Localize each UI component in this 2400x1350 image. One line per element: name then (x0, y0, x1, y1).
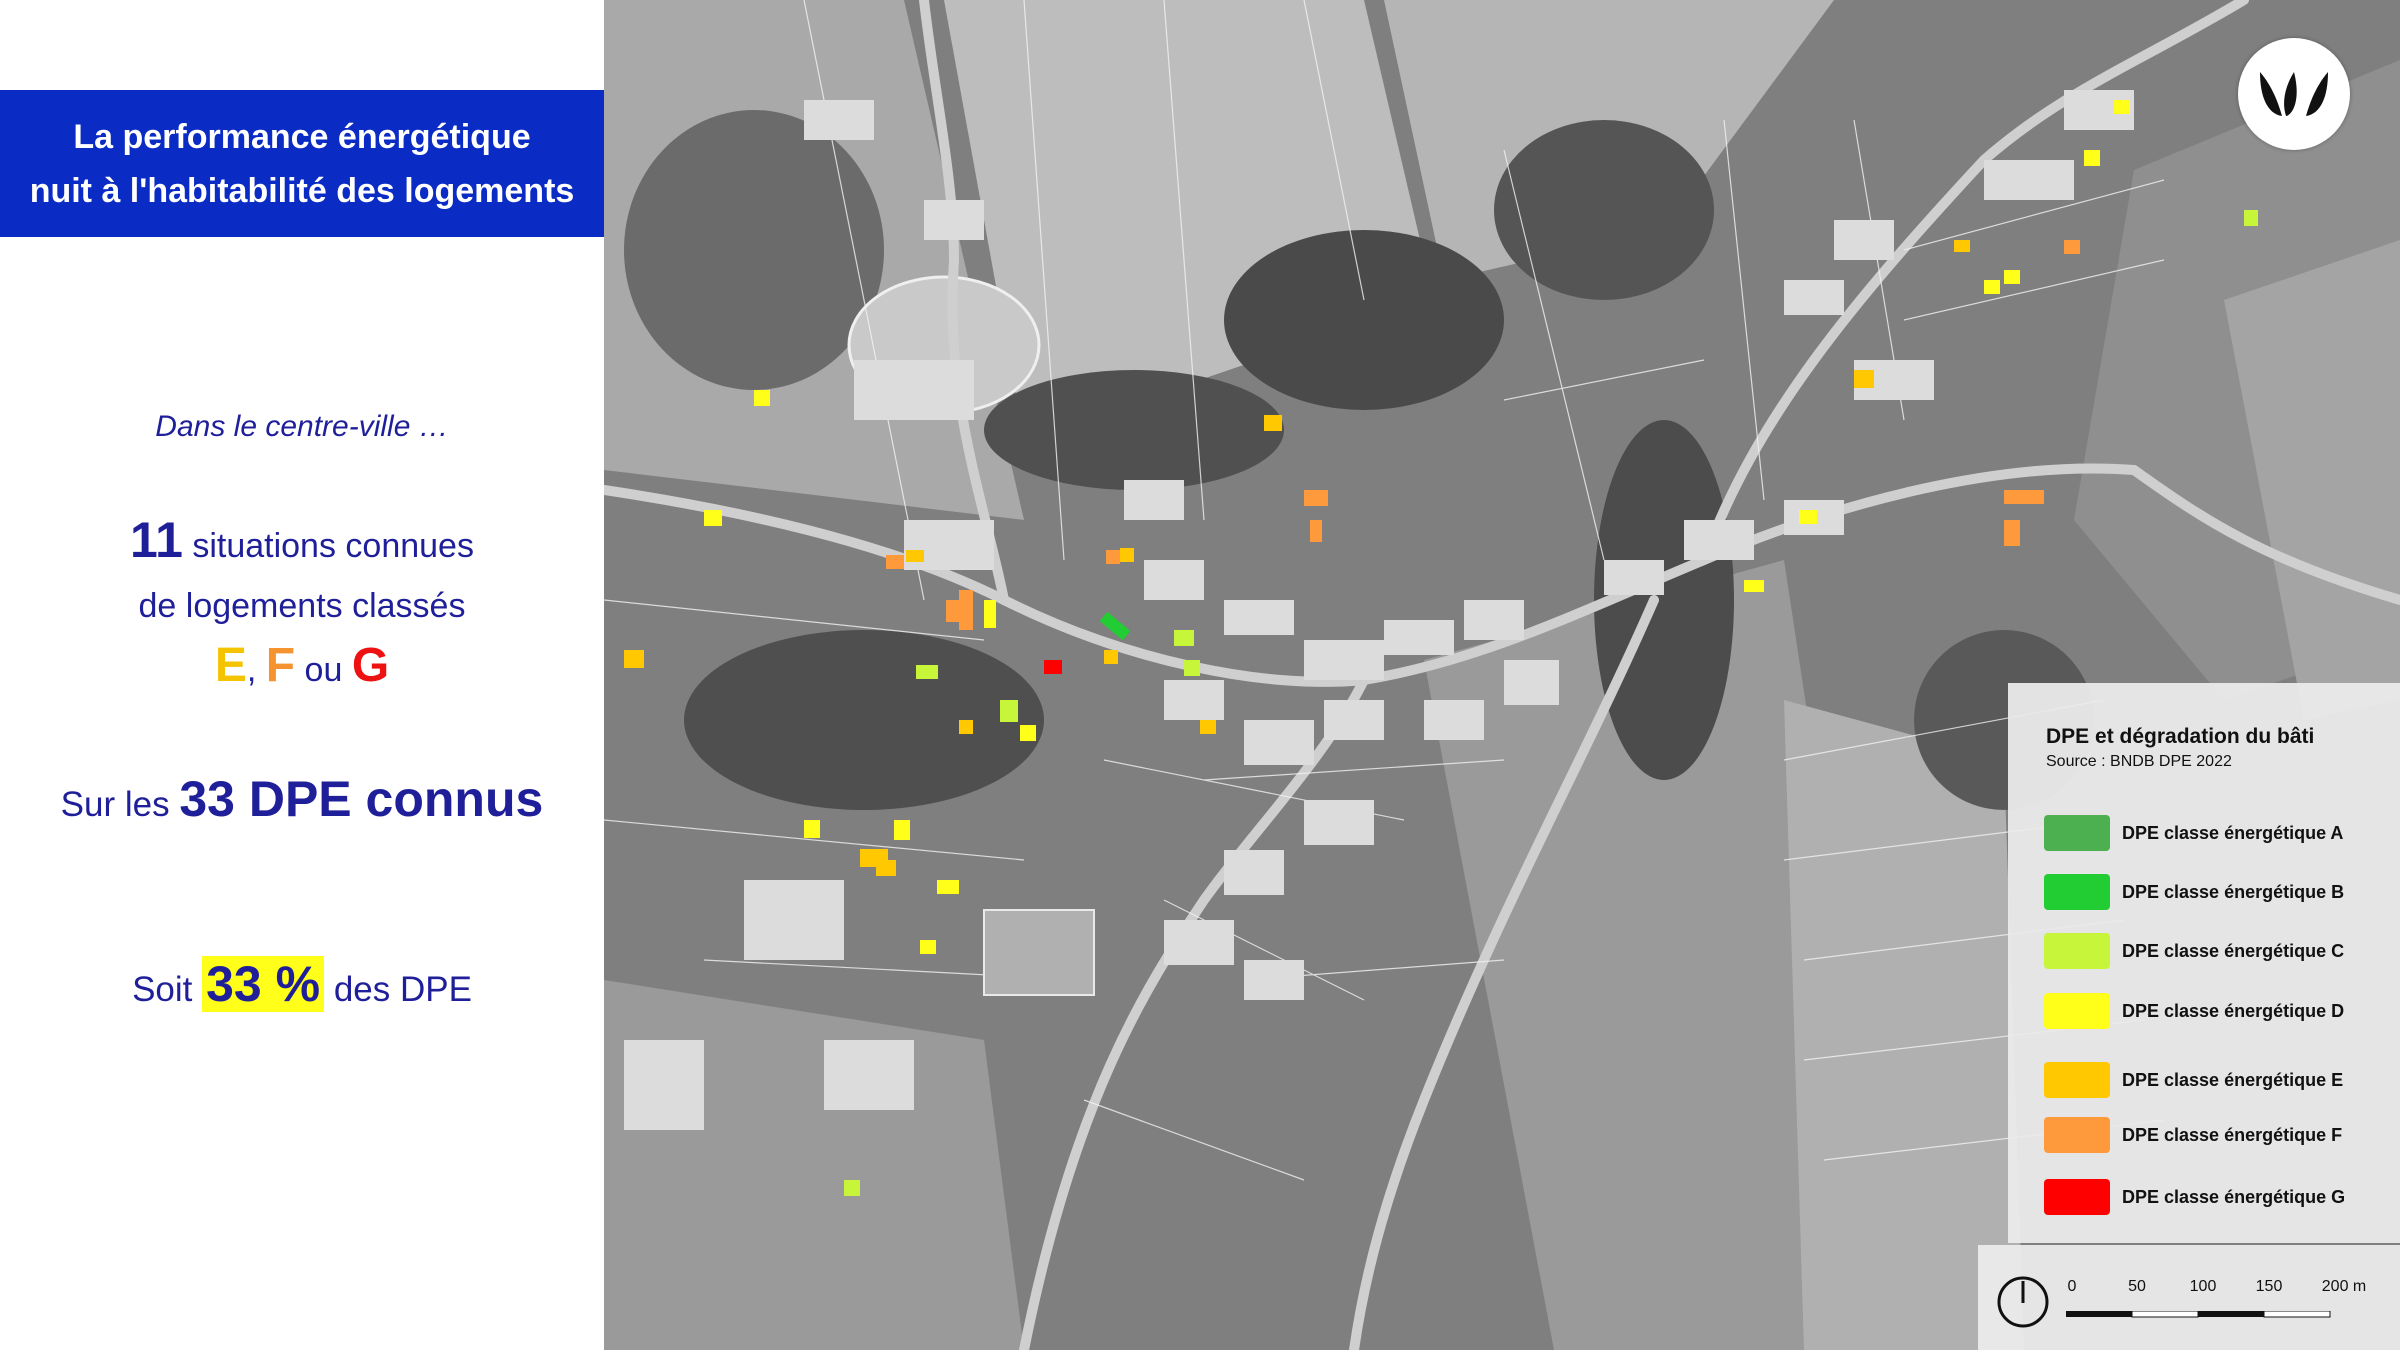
legend-item-f: DPE classe énergétique F (2044, 1115, 2342, 1155)
legend-item-a: DPE classe énergétique A (2044, 813, 2343, 853)
dpe-prefix: Sur les (60, 785, 170, 824)
intro-text: Dans le centre-ville … (155, 410, 449, 443)
title-banner: La performance énergétique nuit à l'habi… (0, 90, 604, 237)
leaf-logo-icon (2260, 72, 2328, 116)
class-g-label: G (351, 639, 390, 692)
legend-source: Source : BNDB DPE 2022 (2046, 753, 2232, 770)
stat-text-1: situations connues (192, 527, 474, 565)
class-e-label: E (214, 639, 247, 692)
scale-tick-0: 0 (2067, 1278, 2077, 1295)
north-arrow-icon (1997, 1276, 2049, 1328)
class-f-label: F (265, 639, 296, 692)
title-line-2: nuit à l'habitabilité des logements (29, 171, 575, 210)
legend-label: DPE classe énergétique D (2122, 1000, 2345, 1021)
legend-item-e: DPE classe énergétique E (2044, 1060, 2343, 1100)
legend-label: DPE classe énergétique B (2122, 881, 2345, 902)
dpe-count: 33 DPE connus (179, 771, 544, 827)
dpe-known-line: Sur les 33 DPE connus (0, 770, 604, 828)
percent-highlight: 33 % (202, 956, 325, 1012)
legend-item-c: DPE classe énergétique C (2044, 931, 2344, 971)
soit-line: Soit 33 % des DPE (0, 955, 604, 1013)
stat-text-2: de logements classés (138, 587, 466, 625)
legend-swatch (2044, 933, 2110, 969)
soit-prefix: Soit (132, 970, 193, 1009)
stat-block: 11 situations connues de logements class… (0, 510, 604, 700)
map-legend: DPE et dégradation du bâti Source : BNDB… (2008, 683, 2400, 1243)
legend-item-g: DPE classe énergétique G (2044, 1177, 2345, 1217)
legend-label: DPE classe énergétique F (2122, 1124, 2343, 1145)
legend-item-b: DPE classe énergétique B (2044, 872, 2344, 912)
legend-label: DPE classe énergétique G (2122, 1186, 2346, 1207)
scale-tick-150: 150 (2255, 1278, 2283, 1295)
scale-bar (2066, 1311, 2331, 1318)
ou-text: ou (304, 651, 343, 689)
legend-label: DPE classe énergétique A (2122, 822, 2344, 843)
left-panel: La performance énergétique nuit à l'habi… (0, 0, 604, 1350)
scale-panel: 0 50 100 150 200 m (1978, 1245, 2400, 1350)
legend-label: DPE classe énergétique E (2122, 1069, 2344, 1090)
legend-swatch (2044, 1179, 2110, 1215)
legend-title: DPE et dégradation du bâti (2046, 725, 2315, 748)
scale-tick-200: 200 m (2321, 1278, 2367, 1295)
title-line-1: La performance énergétique (73, 117, 531, 156)
legend-item-d: DPE classe énergétique D (2044, 991, 2344, 1031)
brand-logo (2238, 38, 2350, 150)
soit-suffix: des DPE (333, 970, 472, 1009)
legend-label: DPE classe énergétique C (2122, 940, 2345, 961)
legend-swatch (2044, 993, 2110, 1029)
stat-count: 11 (130, 512, 183, 568)
legend-swatch (2044, 874, 2110, 910)
legend-swatch (2044, 1117, 2110, 1153)
scale-tick-50: 50 (2128, 1278, 2146, 1295)
class-separator: , (246, 651, 257, 689)
legend-swatch (2044, 815, 2110, 851)
legend-swatch (2044, 1062, 2110, 1098)
scale-tick-100: 100 (2189, 1278, 2217, 1295)
